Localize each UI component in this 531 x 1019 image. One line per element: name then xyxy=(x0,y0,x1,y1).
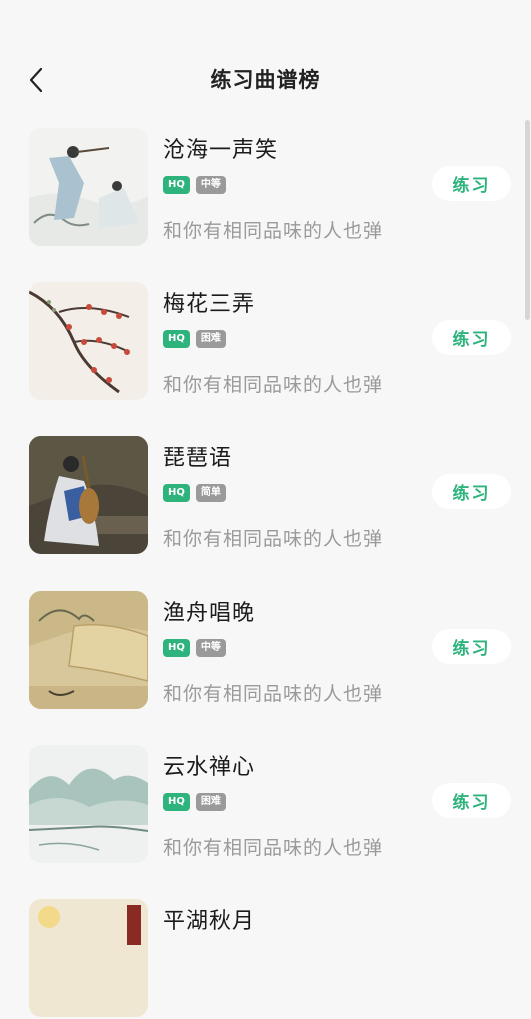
mountain-lake-icon xyxy=(29,745,148,863)
song-title: 沧海一声笑 xyxy=(163,138,279,163)
difficulty-badge: 困难 xyxy=(195,330,226,348)
difficulty-badge: 中等 xyxy=(195,176,226,194)
pipa-player-icon xyxy=(29,436,148,554)
header: 练习曲谱榜 xyxy=(0,0,531,125)
tags: HQ 困难 xyxy=(163,330,226,348)
hq-badge: HQ xyxy=(163,484,190,502)
song-title: 琵琶语 xyxy=(163,446,233,471)
song-title: 渔舟唱晚 xyxy=(163,601,256,626)
fishing-boat-icon xyxy=(29,591,148,709)
tags: HQ 简单 xyxy=(163,484,226,502)
practice-button[interactable]: 练习 xyxy=(432,474,511,509)
tags: HQ 中等 xyxy=(163,176,226,194)
list-item[interactable]: 渔舟唱晚 HQ 中等 和你有相同品味的人也弹 练习 xyxy=(0,591,531,711)
list-item[interactable]: 平湖秋月 xyxy=(0,899,531,1019)
autumn-moon-icon xyxy=(29,899,148,1017)
hq-badge: HQ xyxy=(163,793,190,811)
list-item[interactable]: 沧海一声笑 HQ 中等 和你有相同品味的人也弹 练习 xyxy=(0,128,531,248)
recommend-text: 和你有相同品味的人也弹 xyxy=(163,683,384,705)
list-item[interactable]: 梅花三弄 HQ 困难 和你有相同品味的人也弹 练习 xyxy=(0,282,531,402)
difficulty-badge: 中等 xyxy=(195,639,226,657)
recommend-text: 和你有相同品味的人也弹 xyxy=(163,374,384,396)
hq-badge: HQ xyxy=(163,639,190,657)
tags: HQ 困难 xyxy=(163,793,226,811)
practice-button[interactable]: 练习 xyxy=(432,783,511,818)
song-title: 平湖秋月 xyxy=(163,909,256,934)
song-title: 梅花三弄 xyxy=(163,292,256,317)
song-title: 云水禅心 xyxy=(163,755,256,780)
page-title: 练习曲谱榜 xyxy=(210,68,321,92)
difficulty-badge: 简单 xyxy=(195,484,226,502)
plum-blossom-icon xyxy=(29,282,148,400)
list-item[interactable]: 云水禅心 HQ 困难 和你有相同品味的人也弹 练习 xyxy=(0,745,531,865)
hq-badge: HQ xyxy=(163,176,190,194)
tags: HQ 中等 xyxy=(163,639,226,657)
difficulty-badge: 困难 xyxy=(195,793,226,811)
recommend-text: 和你有相同品味的人也弹 xyxy=(163,220,384,242)
practice-button[interactable]: 练习 xyxy=(432,629,511,664)
practice-button[interactable]: 练习 xyxy=(432,166,511,201)
practice-button[interactable]: 练习 xyxy=(432,320,511,355)
recommend-text: 和你有相同品味的人也弹 xyxy=(163,837,384,859)
scholars-flute-icon xyxy=(29,128,148,246)
hq-badge: HQ xyxy=(163,330,190,348)
recommend-text: 和你有相同品味的人也弹 xyxy=(163,528,384,550)
list-item[interactable]: 琵琶语 HQ 简单 和你有相同品味的人也弹 练习 xyxy=(0,436,531,556)
